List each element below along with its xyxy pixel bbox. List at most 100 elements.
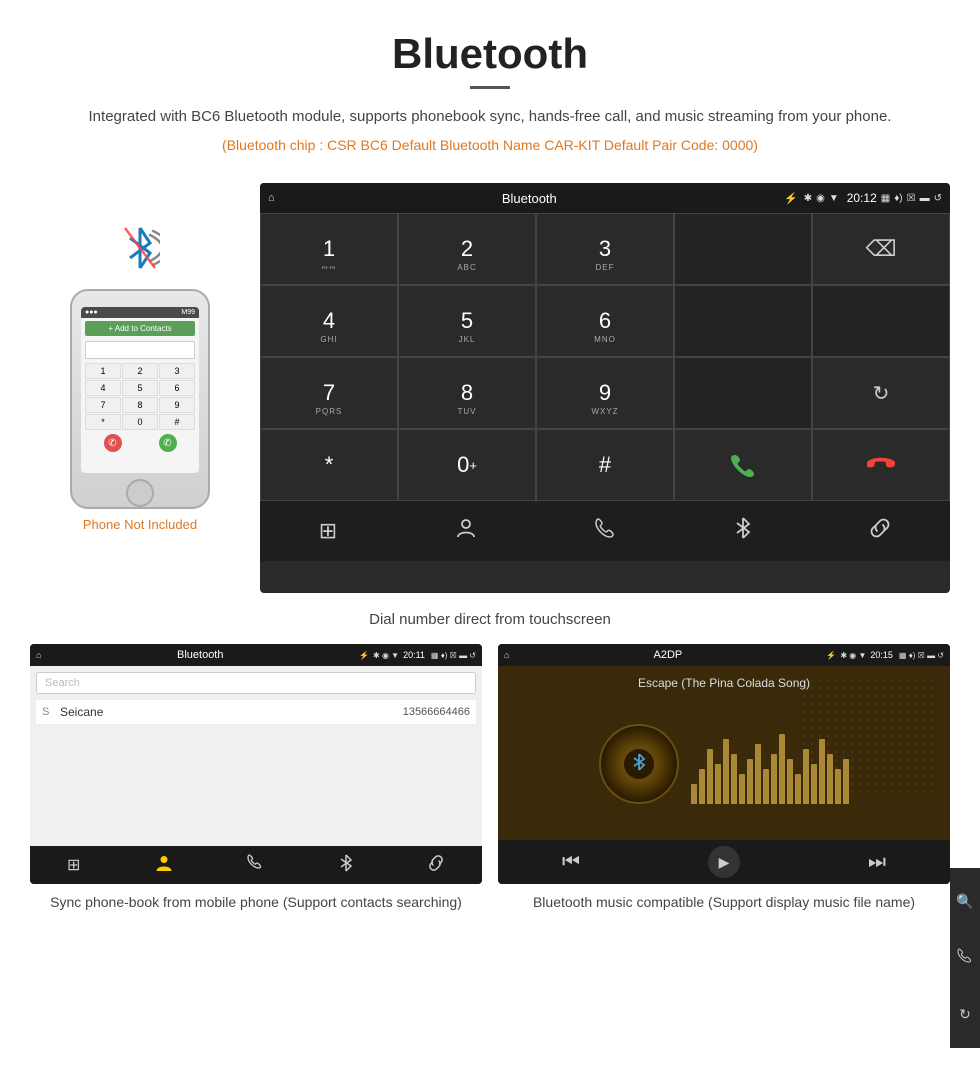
statusbar-title: Bluetooth <box>281 191 778 206</box>
pb-title: Bluetooth <box>45 649 355 661</box>
phone-dial-input <box>85 341 195 359</box>
dial-key-8[interactable]: 8TUV <box>398 357 536 429</box>
dial-screen: ⌂ Bluetooth ⚡ ✱ ◉ ▼ 20:12 ▦ ♦) ☒ ▬ ↺ 1∾∾… <box>260 183 950 593</box>
eq-bar-14 <box>803 749 809 804</box>
camera-icon[interactable]: ▦ <box>881 193 890 204</box>
dial-key-3-sub: DEF <box>596 263 615 272</box>
bluetooth-symbol <box>120 244 160 280</box>
window-icon[interactable]: ▬ <box>920 193 930 204</box>
dial-key-hash[interactable]: # <box>536 429 674 501</box>
dial-key-2[interactable]: 2ABC <box>398 213 536 285</box>
phone-key-star: * <box>85 414 121 430</box>
back-icon[interactable]: ↺ <box>934 193 942 204</box>
dial-empty-4 <box>674 357 812 429</box>
eq-bar-16 <box>819 739 825 804</box>
phone-status-bar: ●●● M99 <box>81 307 199 318</box>
dial-key-9[interactable]: 9WXYZ <box>536 357 674 429</box>
dial-key-star[interactable]: * <box>260 429 398 501</box>
page-title: Bluetooth <box>60 30 920 78</box>
dial-key-4[interactable]: 4GHI <box>260 285 398 357</box>
phonebook-statusbar: ⌂ Bluetooth ⚡ ✱ ◉ ▼ 20:11 ▦ ♦) ☒ ▬ ↺ <box>30 644 482 666</box>
contact-name: Seicane <box>60 705 397 719</box>
eq-bar-6 <box>739 774 745 804</box>
title-divider <box>470 86 510 89</box>
dial-key-7-sub: PQRS <box>316 407 343 416</box>
signal-icon: ▼ <box>829 193 839 204</box>
phonebook-search-bar[interactable]: Search <box>36 672 476 694</box>
location-icon: ◉ <box>816 193 825 204</box>
home-icon[interactable]: ⌂ <box>268 192 275 204</box>
dial-backspace-key[interactable]: ⌫ <box>812 213 950 285</box>
eq-bar-10 <box>771 754 777 804</box>
ms-time: 20:15 <box>870 650 893 660</box>
eq-bar-17 <box>827 754 833 804</box>
pb-call-icon[interactable] <box>247 854 265 877</box>
pb-bt-icon[interactable] <box>339 854 353 877</box>
pb-usb-icon: ⚡ <box>359 651 369 660</box>
dial-empty-2 <box>674 285 812 357</box>
phonebook-section: ⌂ Bluetooth ⚡ ✱ ◉ ▼ 20:11 ▦ ♦) ☒ ▬ ↺ Sea… <box>30 644 482 913</box>
music-controls-bar: ⏮ ▶ ⏭ <box>498 840 950 884</box>
eq-bar-11 <box>779 734 785 804</box>
music-album-art <box>599 724 679 804</box>
contact-row-seicane[interactable]: S Seicane 13566664466 <box>36 700 476 725</box>
music-statusbar: ⌂ A2DP ⚡ ✱ ◉ ▼ 20:15 ▦ ♦) ☒ ▬ ↺ <box>498 644 950 666</box>
music-content <box>599 698 849 830</box>
pb-person-icon[interactable] <box>155 854 173 877</box>
dial-bottom-grid-icon[interactable]: ⊞ <box>319 518 337 544</box>
contact-letter: S <box>42 706 54 718</box>
dial-key-9-sub: WXYZ <box>591 407 618 416</box>
statusbar-right-icons: ✱ ◉ ▼ 20:12 ▦ ♦) ☒ ▬ ↺ <box>804 191 942 205</box>
pb-link-icon[interactable] <box>427 854 445 877</box>
dial-refresh-key[interactable]: ↻ <box>812 357 950 429</box>
pb-grid-icon[interactable]: ⊞ <box>67 855 80 875</box>
bluetooth-icon-area <box>120 223 160 281</box>
phone-key-hash: # <box>159 414 195 430</box>
dial-key-5[interactable]: 5JKL <box>398 285 536 357</box>
eq-bar-3 <box>715 764 721 804</box>
music-screen: ⌂ A2DP ⚡ ✱ ◉ ▼ 20:15 ▦ ♦) ☒ ▬ ↺ Escape (… <box>498 644 950 884</box>
pb-home-icon[interactable]: ⌂ <box>36 650 41 660</box>
eq-bar-5 <box>731 754 737 804</box>
phone-key-5: 5 <box>122 380 158 396</box>
close-icon[interactable]: ☒ <box>907 193 916 204</box>
phonebook-body: Search S Seicane 13566664466 <box>30 666 482 846</box>
phone-not-included-label: Phone Not Included <box>83 517 197 532</box>
eq-bar-2 <box>707 749 713 804</box>
contact-number: 13566664466 <box>403 706 470 718</box>
dial-bottom-bt-icon[interactable] <box>734 517 752 545</box>
pb-time: 20:11 <box>403 650 425 660</box>
dial-bottom-link-icon[interactable] <box>869 517 891 545</box>
dial-call-red[interactable] <box>812 429 950 501</box>
ms-home-icon[interactable]: ⌂ <box>504 650 509 660</box>
music-bt-icon <box>632 753 646 776</box>
eq-bar-1 <box>699 769 705 804</box>
ms-status-icons: ▦ ♦) ☒ ▬ ↺ <box>899 651 944 660</box>
music-next-icon[interactable]: ⏭ <box>868 851 886 874</box>
phonebook-bottom-bar: ⊞ <box>30 846 482 884</box>
dial-key-5-sub: JKL <box>459 335 476 344</box>
volume-icon[interactable]: ♦) <box>894 193 902 204</box>
dial-call-green[interactable] <box>674 429 812 501</box>
phone-screen: ●●● M99 + Add to Contacts 1 2 3 4 5 6 7 … <box>81 307 199 473</box>
dial-key-6[interactable]: 6MNO <box>536 285 674 357</box>
dial-bottom-person-icon[interactable] <box>455 517 477 545</box>
music-song-title: Escape (The Pina Colada Song) <box>638 676 810 690</box>
dial-key-3[interactable]: 3DEF <box>536 213 674 285</box>
dial-statusbar: ⌂ Bluetooth ⚡ ✱ ◉ ▼ 20:12 ▦ ♦) ☒ ▬ ↺ <box>260 183 950 213</box>
dial-key-0[interactable]: 0+ <box>398 429 536 501</box>
music-prev-icon[interactable]: ⏮ <box>562 851 580 874</box>
eq-bar-13 <box>795 774 801 804</box>
dial-key-2-sub: ABC <box>457 263 476 272</box>
eq-bar-19 <box>843 759 849 804</box>
dial-key-1[interactable]: 1∾∾ <box>260 213 398 285</box>
dial-bottom-phone-icon[interactable] <box>594 517 616 545</box>
phonebook-caption: Sync phone-book from mobile phone (Suppo… <box>50 892 462 913</box>
eq-bar-9 <box>763 769 769 804</box>
dial-bottom-bar: ⊞ <box>260 501 950 561</box>
eq-bar-7 <box>747 759 753 804</box>
dial-key-7[interactable]: 7PQRS <box>260 357 398 429</box>
music-play-icon: ▶ <box>719 854 730 871</box>
phone-call-row: ✆ ✆ <box>85 434 195 452</box>
music-play-pause-btn[interactable]: ▶ <box>708 846 740 878</box>
